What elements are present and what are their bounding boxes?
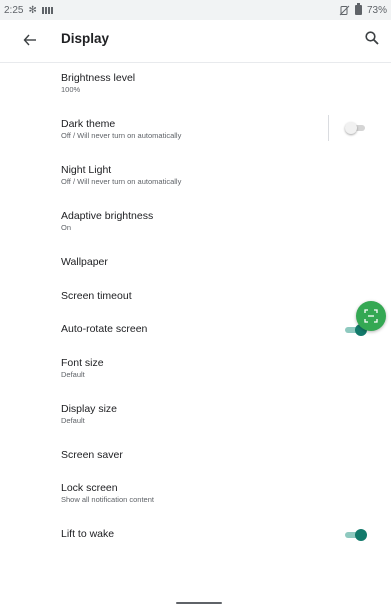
page-title: Display: [61, 31, 110, 46]
back-button[interactable]: [20, 29, 40, 51]
vertical-divider: [328, 115, 329, 141]
setting-lock-screen[interactable]: Lock screen Show all notification conten…: [0, 472, 391, 518]
setting-summary: Show all notification content: [61, 495, 154, 504]
setting-label: Font size: [61, 357, 104, 369]
arrow-back-icon: [23, 34, 36, 46]
setting-screen-saver[interactable]: Screen saver: [0, 439, 391, 472]
setting-label: Dark theme: [61, 118, 116, 130]
setting-label: Auto-rotate screen: [61, 323, 148, 335]
status-bar: 2:25 ✻ 73%: [0, 0, 391, 20]
gesture-nav-handle[interactable]: [176, 602, 222, 604]
signal-icon: [41, 6, 53, 14]
setting-summary: Off / Will never turn on automatically: [61, 177, 182, 186]
setting-font-size[interactable]: Font size Default: [0, 347, 391, 393]
setting-night-light[interactable]: Night Light Off / Will never turn on aut…: [0, 154, 391, 200]
setting-label: Screen timeout: [61, 290, 132, 302]
setting-label: Screen saver: [61, 449, 123, 461]
setting-label: Display size: [61, 403, 118, 415]
status-time: 2:25: [4, 4, 24, 16]
setting-label: Lock screen: [61, 482, 118, 494]
setting-auto-rotate-screen[interactable]: Auto-rotate screen: [0, 313, 391, 347]
screenshot-fab-button[interactable]: [356, 301, 386, 331]
toggle-thumb: [345, 122, 357, 134]
settings-gear-icon: ✻: [28, 4, 37, 16]
setting-dark-theme[interactable]: Dark theme Off / Will never turn on auto…: [0, 108, 391, 154]
setting-lift-to-wake[interactable]: Lift to wake: [0, 518, 391, 552]
setting-label: Wallpaper: [61, 256, 108, 268]
setting-summary: 100%: [61, 85, 81, 94]
setting-adaptive-brightness[interactable]: Adaptive brightness On: [0, 200, 391, 246]
screenshot-capture-icon: [364, 309, 378, 323]
battery-percent: 73%: [366, 4, 387, 16]
search-icon: [365, 31, 379, 45]
setting-summary: On: [61, 223, 72, 232]
setting-screen-timeout[interactable]: Screen timeout: [0, 280, 391, 313]
setting-summary: Off / Will never turn on automatically: [61, 131, 182, 140]
app-bar: Display: [0, 20, 391, 63]
status-right: 73%: [339, 3, 391, 16]
battery-icon: [354, 3, 362, 15]
toggle-thumb: [355, 529, 367, 541]
search-button[interactable]: [364, 30, 382, 48]
setting-summary: Default: [61, 370, 85, 379]
setting-summary: Default: [61, 416, 85, 425]
setting-display-size[interactable]: Display size Default: [0, 393, 391, 439]
display-settings-list: Brightness level 100% Dark theme Off / W…: [0, 62, 391, 552]
no-sim-icon: [339, 5, 350, 15]
setting-label: Night Light: [61, 164, 112, 176]
setting-label: Adaptive brightness: [61, 210, 154, 222]
dark-theme-toggle[interactable]: [345, 121, 367, 135]
lift-to-wake-toggle[interactable]: [345, 528, 367, 542]
status-left: 2:25 ✻: [0, 5, 53, 16]
setting-wallpaper[interactable]: Wallpaper: [0, 246, 391, 280]
setting-brightness-level[interactable]: Brightness level 100%: [0, 62, 391, 108]
setting-label: Lift to wake: [61, 528, 115, 540]
setting-label: Brightness level: [61, 72, 136, 84]
